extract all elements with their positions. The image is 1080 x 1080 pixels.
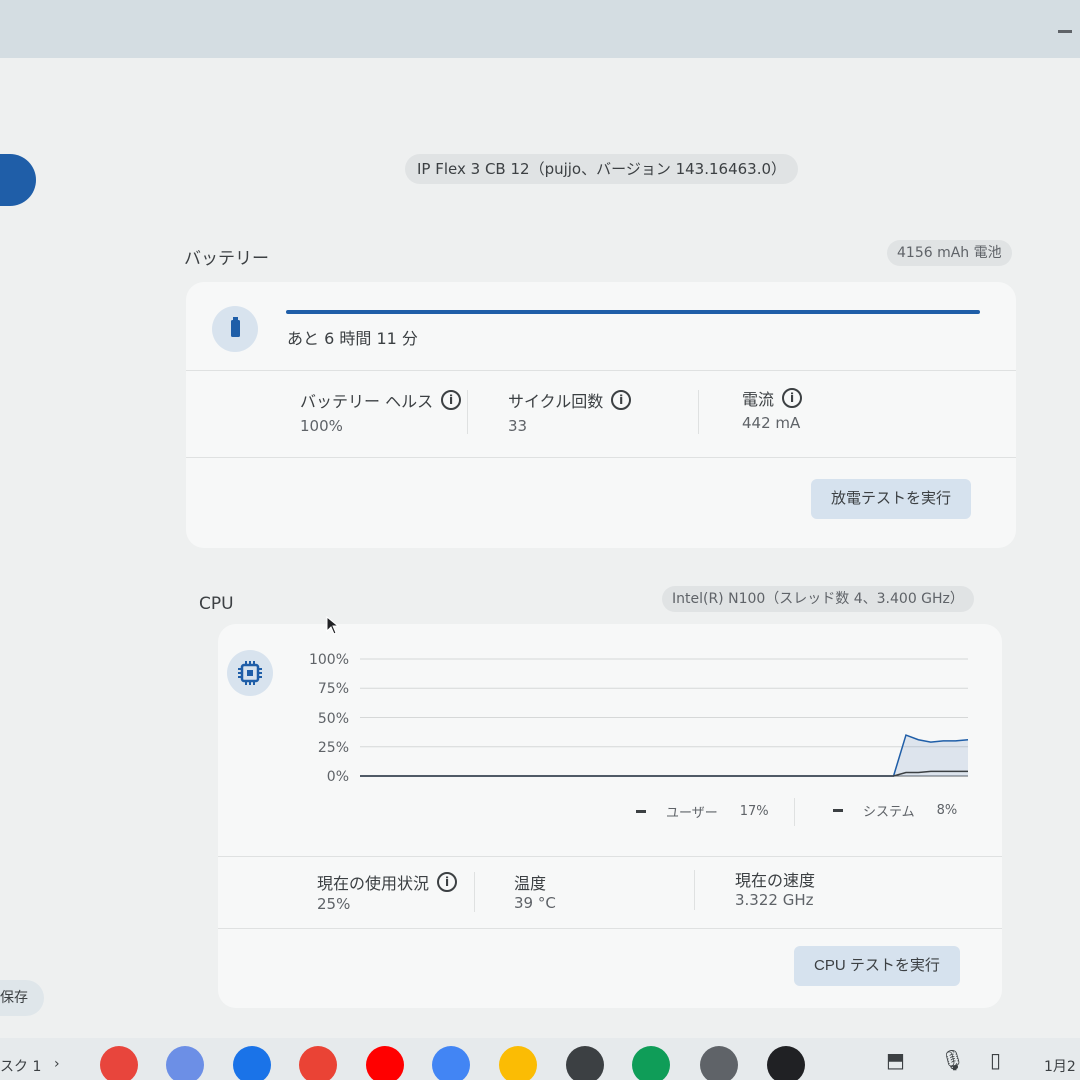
cpu-icon	[238, 661, 262, 685]
current-value: 442 mA	[742, 414, 801, 432]
battery-capacity-chip: 4156 mAh 電池	[887, 240, 1012, 266]
screen-capture-icon[interactable]: ⬒	[886, 1048, 905, 1072]
phone-hub-icon[interactable]: ▯	[990, 1048, 1001, 1072]
legend-swatch	[636, 810, 646, 813]
chrome-icon[interactable]	[100, 1046, 138, 1080]
cpu-usage-value: 25%	[317, 895, 351, 913]
settings-icon[interactable]	[700, 1046, 738, 1080]
cpu-speed-value: 3.322 GHz	[735, 891, 814, 909]
battery-charge-bar	[286, 310, 980, 314]
divider	[698, 390, 699, 434]
gmail-icon[interactable]	[299, 1046, 337, 1080]
mouse-cursor-icon	[326, 616, 340, 635]
divider	[186, 457, 1016, 458]
legend-swatch	[833, 809, 843, 812]
user-series-line	[360, 734, 969, 777]
info-icon[interactable]: i	[441, 390, 462, 410]
cpu-speed-label: 現在の速度	[735, 871, 816, 890]
y-tick-label: 50%	[317, 711, 349, 727]
gemini-icon[interactable]	[166, 1046, 204, 1080]
files-icon[interactable]	[233, 1046, 271, 1080]
info-icon[interactable]: i	[782, 388, 803, 408]
cycle-count-value: 33	[508, 417, 528, 435]
sheets-icon[interactable]	[632, 1046, 670, 1080]
window-titlebar	[0, 0, 1080, 58]
cpu-usage-label: 現在の使用状況 i	[317, 870, 458, 894]
y-tick-label: 25%	[317, 740, 349, 756]
divider	[186, 370, 1016, 371]
divider	[218, 928, 1002, 929]
user-area	[360, 735, 968, 776]
date-label[interactable]: 1月2	[1044, 1056, 1076, 1076]
cycle-count-label: サイクル回数 i	[508, 388, 632, 412]
cpu-test-button[interactable]: CPU テストを実行	[794, 946, 960, 986]
save-button[interactable]: 保存	[0, 980, 44, 1016]
chevron-right-icon[interactable]: ›	[54, 1056, 60, 1072]
legend-user: ユーザー 17%	[636, 802, 769, 821]
cpu-icon-circle	[227, 650, 273, 696]
y-tick-label: 0%	[326, 769, 349, 785]
diagnostics-icon[interactable]	[767, 1046, 805, 1080]
terminal-icon[interactable]	[566, 1046, 604, 1080]
minimize-icon[interactable]	[1058, 30, 1072, 33]
divider	[474, 872, 475, 912]
y-tick-label: 75%	[317, 681, 349, 697]
y-tick-label: 100%	[308, 652, 349, 668]
mic-icon[interactable]: 🎙	[940, 1048, 965, 1072]
battery-remaining-time: あと 6 時間 11 分	[287, 329, 418, 348]
keep-icon[interactable]	[499, 1046, 537, 1080]
discharge-test-button[interactable]: 放電テストを実行	[811, 479, 972, 519]
youtube-icon[interactable]	[366, 1046, 404, 1080]
info-icon[interactable]: i	[437, 872, 458, 892]
divider	[694, 870, 695, 910]
info-icon[interactable]: i	[611, 390, 632, 410]
desk-label[interactable]: スク 1	[0, 1056, 41, 1076]
legend-system: システム 8%	[833, 801, 957, 820]
calendar-icon[interactable]	[432, 1046, 470, 1080]
cpu-model-chip: Intel(R) N100（スレッド数 4、3.400 GHz）	[662, 586, 974, 612]
divider	[794, 798, 795, 826]
cpu-temp-value: 39 °C	[514, 894, 556, 912]
divider	[467, 390, 468, 434]
battery-section-title: バッテリー	[184, 249, 269, 269]
cpu-temp-label: 温度	[514, 874, 547, 893]
cpu-section-title: CPU	[199, 594, 234, 614]
current-label: 電流 i	[742, 386, 803, 410]
battery-health-label: バッテリー ヘルス i	[300, 388, 462, 412]
device-model-chip: IP Flex 3 CB 12（pujjo、バージョン 143.16463.0）	[405, 154, 799, 184]
system-series-line	[360, 770, 968, 777]
battery-health-value: 100%	[300, 417, 343, 435]
battery-icon	[231, 317, 240, 337]
shelf	[0, 1038, 1080, 1080]
battery-icon-circle	[212, 306, 258, 352]
cpu-usage-plot	[360, 658, 969, 777]
divider	[218, 856, 1002, 857]
